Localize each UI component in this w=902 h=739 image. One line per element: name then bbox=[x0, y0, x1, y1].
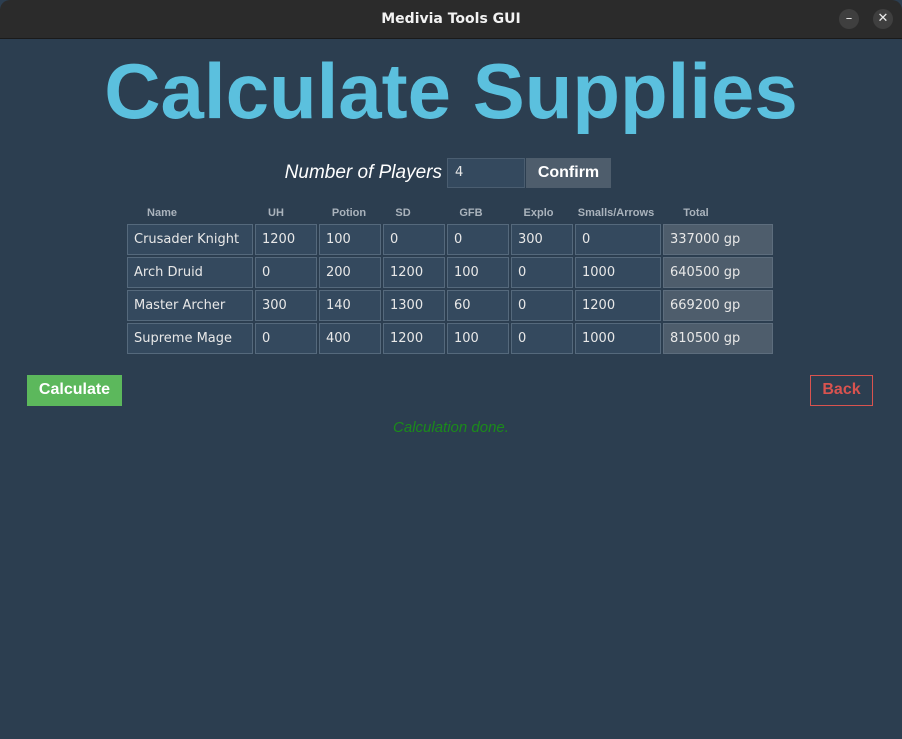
total-cell: 669200 gp bbox=[663, 290, 773, 321]
potion-cell[interactable]: 200 bbox=[319, 257, 381, 288]
players-label: Number of Players bbox=[284, 162, 442, 183]
name-cell[interactable]: Supreme Mage bbox=[127, 323, 253, 354]
explo-cell[interactable]: 0 bbox=[511, 257, 573, 288]
page-title: Calculate Supplies bbox=[104, 47, 798, 135]
gfb-cell[interactable]: 60 bbox=[447, 290, 509, 321]
uh-cell[interactable]: 1200 bbox=[255, 224, 317, 255]
confirm-button[interactable]: Confirm bbox=[526, 158, 611, 188]
window-title: Medivia Tools GUI bbox=[381, 11, 521, 27]
total-cell: 640500 gp bbox=[663, 257, 773, 288]
name-cell[interactable]: Master Archer bbox=[127, 290, 253, 321]
explo-cell[interactable]: 0 bbox=[511, 290, 573, 321]
sd-cell[interactable]: 1200 bbox=[383, 257, 445, 288]
title-bar: Medivia Tools GUI – ✕ bbox=[0, 0, 902, 39]
explo-cell[interactable]: 0 bbox=[511, 323, 573, 354]
column-header-total: Total bbox=[683, 207, 709, 219]
smalls-arrows-cell[interactable]: 0 bbox=[575, 224, 661, 255]
name-cell[interactable]: Arch Druid bbox=[127, 257, 253, 288]
sd-cell[interactable]: 1300 bbox=[383, 290, 445, 321]
smalls-arrows-cell[interactable]: 1000 bbox=[575, 323, 661, 354]
sd-cell[interactable]: 0 bbox=[383, 224, 445, 255]
column-header-uh: UH bbox=[268, 207, 284, 219]
total-cell: 337000 gp bbox=[663, 224, 773, 255]
column-header-name: Name bbox=[147, 207, 177, 219]
status-message: Calculation done. bbox=[393, 419, 509, 436]
potion-cell[interactable]: 100 bbox=[319, 224, 381, 255]
players-input[interactable]: 4 bbox=[447, 158, 525, 188]
sd-cell[interactable]: 1200 bbox=[383, 323, 445, 354]
close-icon[interactable]: ✕ bbox=[873, 9, 893, 29]
column-header-sd: SD bbox=[395, 207, 411, 219]
column-header-smalls-arrows: Smalls/Arrows bbox=[577, 207, 655, 219]
explo-cell[interactable]: 300 bbox=[511, 224, 573, 255]
column-header-gfb: GFB bbox=[459, 207, 483, 219]
uh-cell[interactable]: 0 bbox=[255, 257, 317, 288]
uh-cell[interactable]: 300 bbox=[255, 290, 317, 321]
name-cell[interactable]: Crusader Knight bbox=[127, 224, 253, 255]
smalls-arrows-cell[interactable]: 1200 bbox=[575, 290, 661, 321]
smalls-arrows-cell[interactable]: 1000 bbox=[575, 257, 661, 288]
gfb-cell[interactable]: 100 bbox=[447, 323, 509, 354]
column-header-potion: Potion bbox=[331, 207, 367, 219]
calculate-button[interactable]: Calculate bbox=[27, 375, 122, 406]
back-button[interactable]: Back bbox=[810, 375, 873, 406]
potion-cell[interactable]: 400 bbox=[319, 323, 381, 354]
potion-cell[interactable]: 140 bbox=[319, 290, 381, 321]
total-cell: 810500 gp bbox=[663, 323, 773, 354]
uh-cell[interactable]: 0 bbox=[255, 323, 317, 354]
minimize-icon[interactable]: – bbox=[839, 9, 859, 29]
gfb-cell[interactable]: 0 bbox=[447, 224, 509, 255]
gfb-cell[interactable]: 100 bbox=[447, 257, 509, 288]
column-header-explo: Explo bbox=[523, 207, 554, 219]
